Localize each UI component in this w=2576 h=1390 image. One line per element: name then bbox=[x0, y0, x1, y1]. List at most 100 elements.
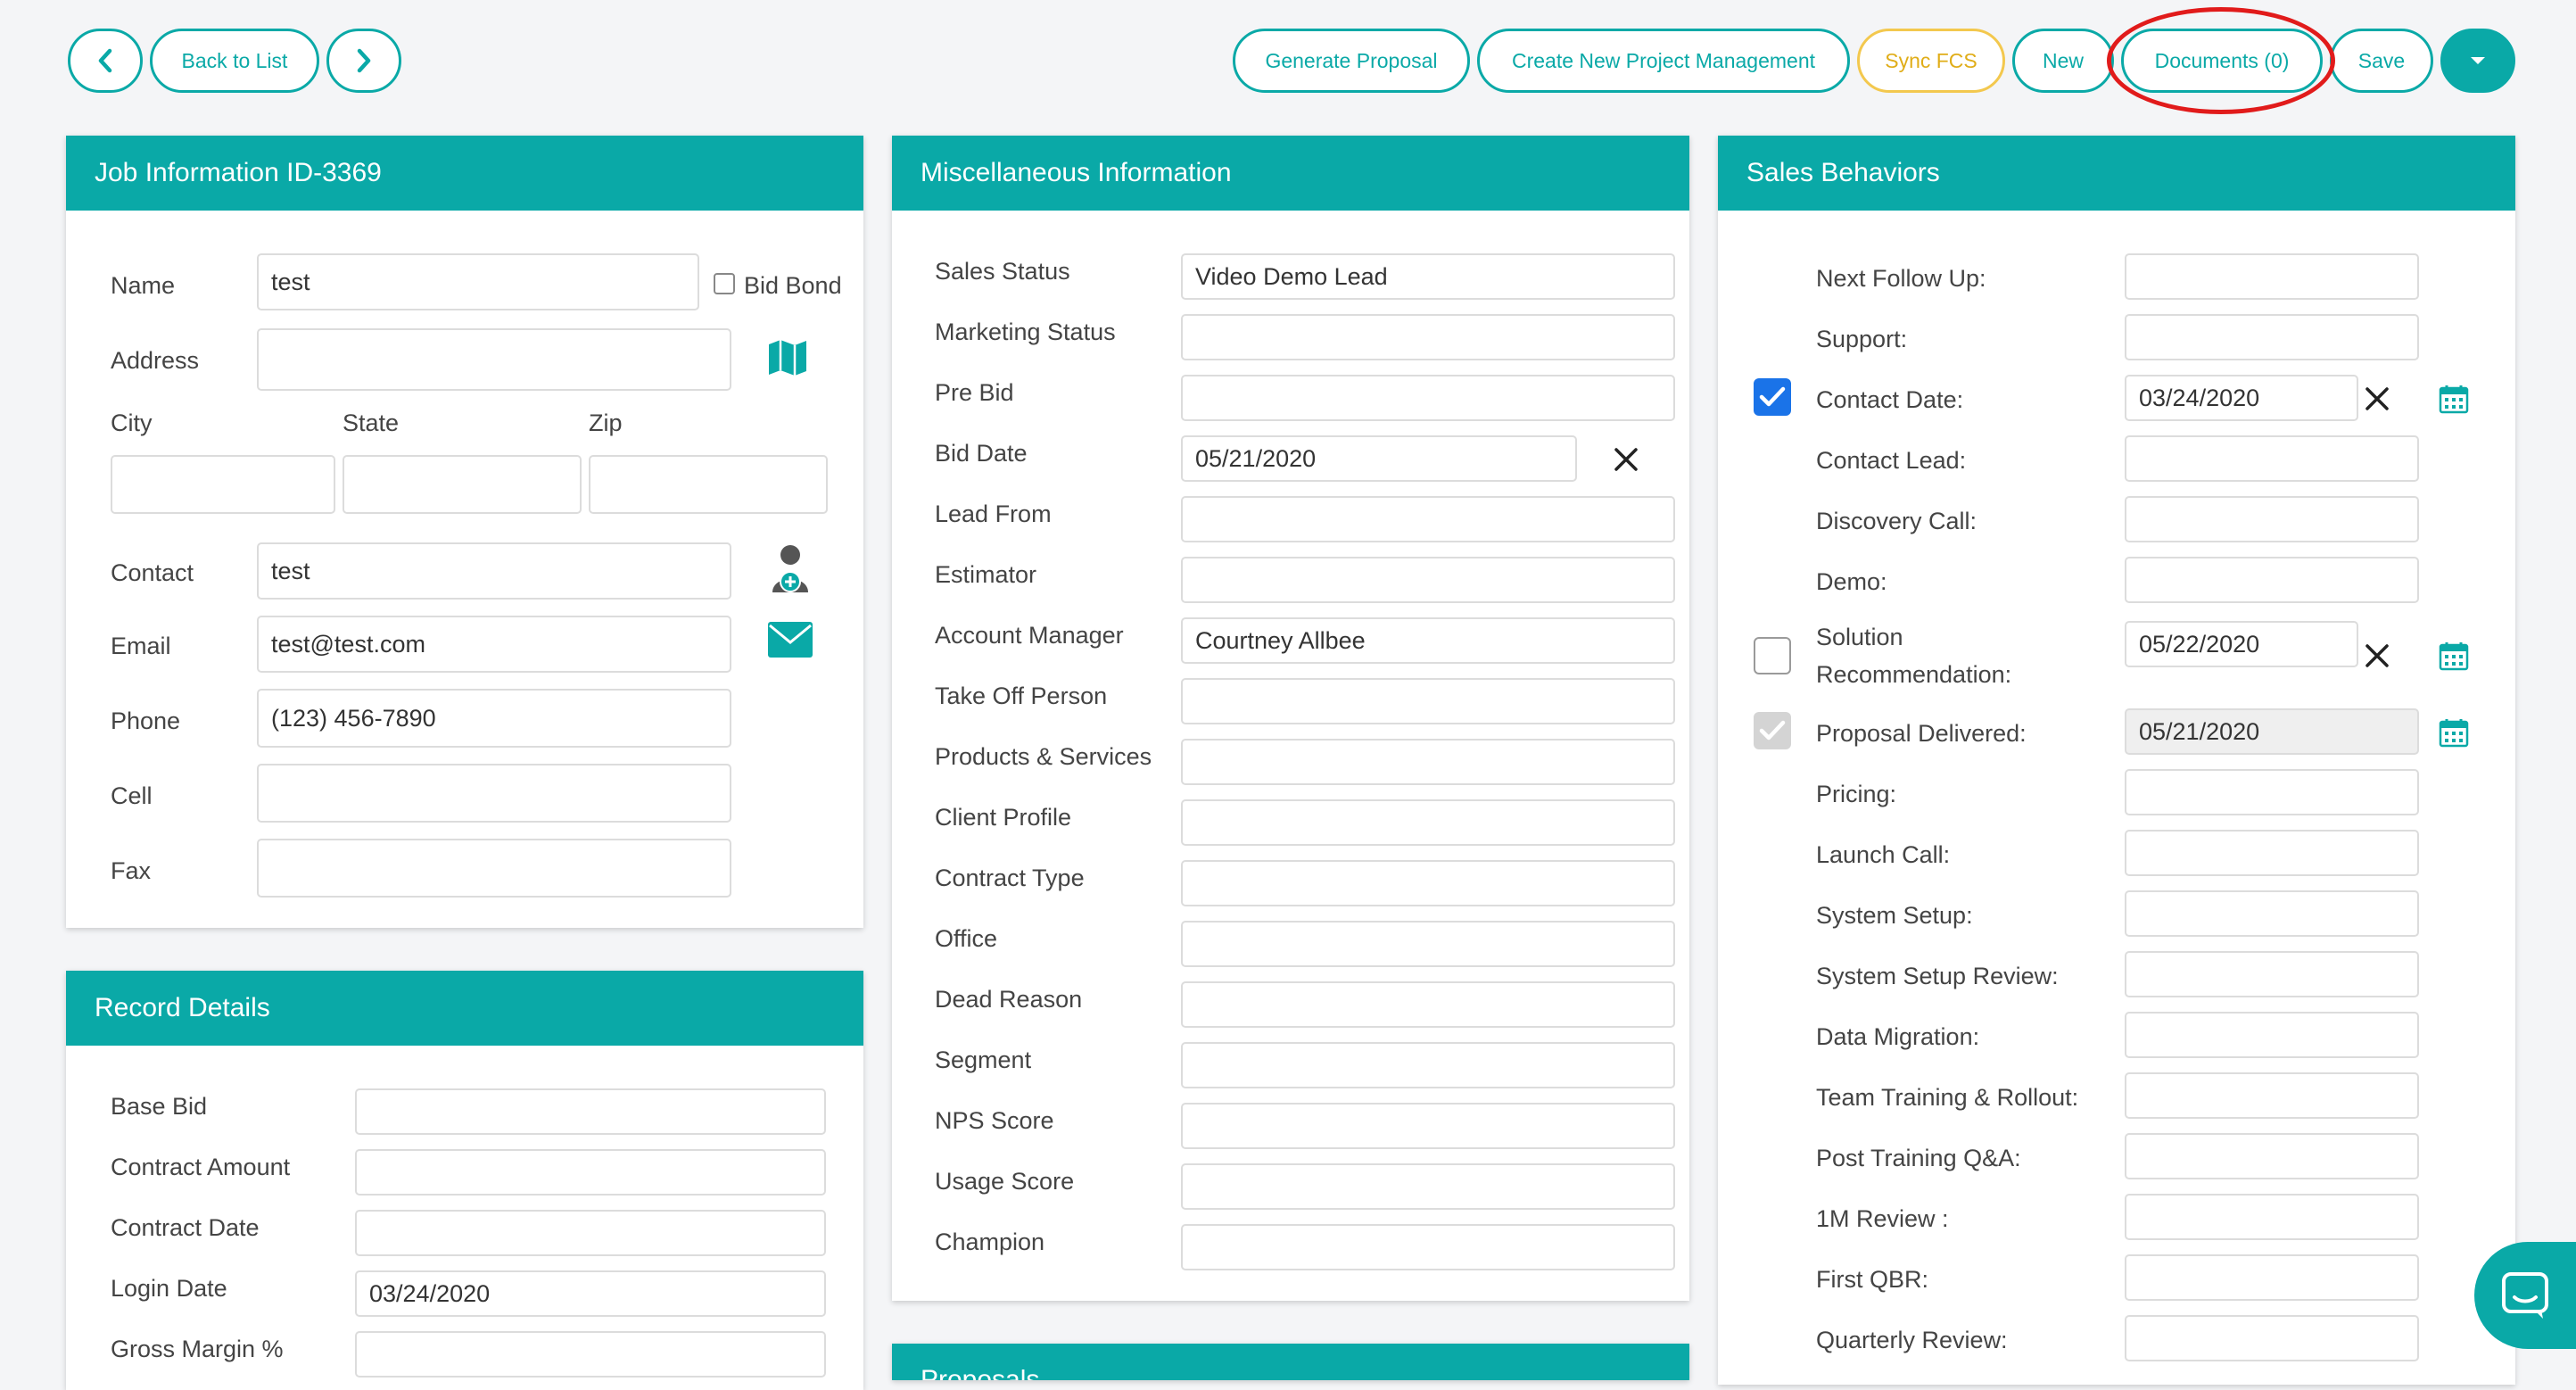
take-off-person-input[interactable] bbox=[1181, 678, 1675, 724]
contact-input[interactable]: test bbox=[257, 542, 731, 600]
solution-recommendation-checkbox[interactable] bbox=[1754, 637, 1791, 674]
bid-bond-label: Bid Bond bbox=[744, 272, 842, 299]
1m-review-input[interactable] bbox=[2125, 1194, 2419, 1240]
support-input[interactable] bbox=[2125, 314, 2419, 360]
bid-bond-checkbox[interactable] bbox=[714, 273, 735, 294]
contact-date-checkbox[interactable] bbox=[1754, 378, 1791, 416]
chat-launcher-button[interactable] bbox=[2474, 1242, 2576, 1349]
marketing-status-input[interactable] bbox=[1181, 314, 1675, 360]
back-to-list-button[interactable]: Back to List bbox=[150, 29, 319, 93]
discovery-call-input[interactable] bbox=[2125, 496, 2419, 542]
fax-input[interactable] bbox=[257, 839, 731, 898]
base-bid-input[interactable] bbox=[355, 1088, 826, 1135]
system-setup-input[interactable] bbox=[2125, 890, 2419, 937]
contact-lead-input[interactable] bbox=[2125, 435, 2419, 482]
account-manager-label: Account Manager bbox=[935, 622, 1124, 649]
data-migration-label: Data Migration: bbox=[1816, 1023, 1980, 1050]
contract-date-input[interactable] bbox=[355, 1210, 826, 1256]
documents-button[interactable]: Documents (0) bbox=[2121, 29, 2323, 93]
segment-input[interactable] bbox=[1181, 1042, 1675, 1088]
fax-label: Fax bbox=[111, 857, 152, 884]
login-date-input[interactable]: 03/24/2020 bbox=[355, 1270, 826, 1317]
contract-amount-input[interactable] bbox=[355, 1149, 826, 1196]
quarterly-review-input[interactable] bbox=[2125, 1315, 2419, 1361]
calendar-icon[interactable] bbox=[2439, 641, 2469, 671]
pricing-label: Pricing: bbox=[1816, 781, 1897, 807]
data-migration-input[interactable] bbox=[2125, 1012, 2419, 1058]
products-services-input[interactable] bbox=[1181, 739, 1675, 785]
system-setup-review-label: System Setup Review: bbox=[1816, 963, 2059, 989]
prev-record-button[interactable] bbox=[68, 29, 143, 93]
nps-score-input[interactable] bbox=[1181, 1103, 1675, 1149]
first-qbr-input[interactable] bbox=[2125, 1254, 2419, 1301]
demo-input[interactable] bbox=[2125, 557, 2419, 603]
proposal-delivered-checkbox[interactable] bbox=[1754, 712, 1791, 749]
usage-score-label: Usage Score bbox=[935, 1168, 1075, 1195]
champion-input[interactable] bbox=[1181, 1224, 1675, 1270]
new-button[interactable]: New bbox=[2012, 29, 2114, 93]
next-follow-up-input[interactable] bbox=[2125, 253, 2419, 300]
contact-date-input[interactable]: 03/24/2020 bbox=[2125, 375, 2358, 421]
clear-contact-date-icon[interactable] bbox=[2364, 385, 2390, 412]
city-label: City bbox=[111, 410, 153, 436]
state-input[interactable] bbox=[343, 455, 582, 514]
post-training-qa-input[interactable] bbox=[2125, 1133, 2419, 1179]
contract-type-label: Contract Type bbox=[935, 865, 1085, 891]
zip-input[interactable] bbox=[589, 455, 828, 514]
system-setup-review-input[interactable] bbox=[2125, 951, 2419, 997]
account-manager-input[interactable]: Courtney Allbee bbox=[1181, 617, 1675, 664]
solution-recommendation-input[interactable]: 05/22/2020 bbox=[2125, 621, 2358, 667]
phone-input[interactable]: (123) 456-7890 bbox=[257, 689, 731, 748]
dead-reason-label: Dead Reason bbox=[935, 986, 1083, 1013]
usage-score-input[interactable] bbox=[1181, 1163, 1675, 1210]
office-input[interactable] bbox=[1181, 921, 1675, 967]
lead-from-input[interactable] bbox=[1181, 496, 1675, 542]
chat-icon bbox=[2502, 1272, 2548, 1319]
save-button[interactable]: Save bbox=[2330, 29, 2433, 93]
pre-bid-label: Pre Bid bbox=[935, 379, 1014, 406]
dead-reason-input[interactable] bbox=[1181, 981, 1675, 1028]
1m-review-label: 1M Review : bbox=[1816, 1205, 1949, 1232]
generate-proposal-button[interactable]: Generate Proposal bbox=[1233, 29, 1470, 93]
job-information-panel: Job Information ID-3369 Name test Bid Bo… bbox=[66, 136, 863, 928]
city-input[interactable] bbox=[111, 455, 335, 514]
pricing-input[interactable] bbox=[2125, 769, 2419, 815]
contact-label: Contact bbox=[111, 559, 194, 586]
chevron-right-icon bbox=[357, 48, 371, 73]
caret-down-icon bbox=[2471, 57, 2485, 64]
record-details-title: Record Details bbox=[66, 971, 863, 1046]
sales-behaviors-title: Sales Behaviors bbox=[1718, 136, 2515, 211]
address-input[interactable] bbox=[257, 328, 731, 391]
add-contact-icon[interactable] bbox=[769, 542, 812, 596]
pre-bid-input[interactable] bbox=[1181, 375, 1675, 421]
cell-input[interactable] bbox=[257, 764, 731, 823]
first-qbr-label: First QBR: bbox=[1816, 1266, 1928, 1293]
sales-behaviors-panel: Sales Behaviors Next Follow Up: Support:… bbox=[1718, 136, 2515, 1385]
create-project-management-button[interactable]: Create New Project Management bbox=[1477, 29, 1850, 93]
quarterly-review-label: Quarterly Review: bbox=[1816, 1327, 2008, 1353]
estimator-input[interactable] bbox=[1181, 557, 1675, 603]
launch-call-input[interactable] bbox=[2125, 830, 2419, 876]
calendar-icon[interactable] bbox=[2439, 717, 2469, 748]
calendar-icon[interactable] bbox=[2439, 384, 2469, 414]
phone-label: Phone bbox=[111, 707, 181, 734]
clear-solution-date-icon[interactable] bbox=[2364, 642, 2390, 669]
map-icon[interactable] bbox=[767, 337, 808, 378]
client-profile-input[interactable] bbox=[1181, 799, 1675, 846]
email-input[interactable]: test@test.com bbox=[257, 616, 731, 673]
zip-label: Zip bbox=[589, 410, 623, 436]
more-actions-dropdown-button[interactable] bbox=[2440, 29, 2515, 93]
bid-date-input[interactable]: 05/21/2020 bbox=[1181, 435, 1577, 482]
envelope-icon[interactable] bbox=[767, 621, 813, 658]
login-date-label: Login Date bbox=[111, 1275, 227, 1302]
next-record-button[interactable] bbox=[326, 29, 401, 93]
team-training-input[interactable] bbox=[2125, 1072, 2419, 1119]
gross-margin-input[interactable] bbox=[355, 1331, 826, 1378]
contract-type-input[interactable] bbox=[1181, 860, 1675, 906]
name-input[interactable]: test bbox=[257, 253, 699, 310]
clear-bid-date-icon[interactable] bbox=[1613, 446, 1639, 473]
proposal-delivered-label: Proposal Delivered: bbox=[1816, 720, 2027, 747]
sales-status-input[interactable]: Video Demo Lead bbox=[1181, 253, 1675, 300]
demo-label: Demo: bbox=[1816, 568, 1887, 595]
sync-fcs-button[interactable]: Sync FCS bbox=[1857, 29, 2005, 93]
